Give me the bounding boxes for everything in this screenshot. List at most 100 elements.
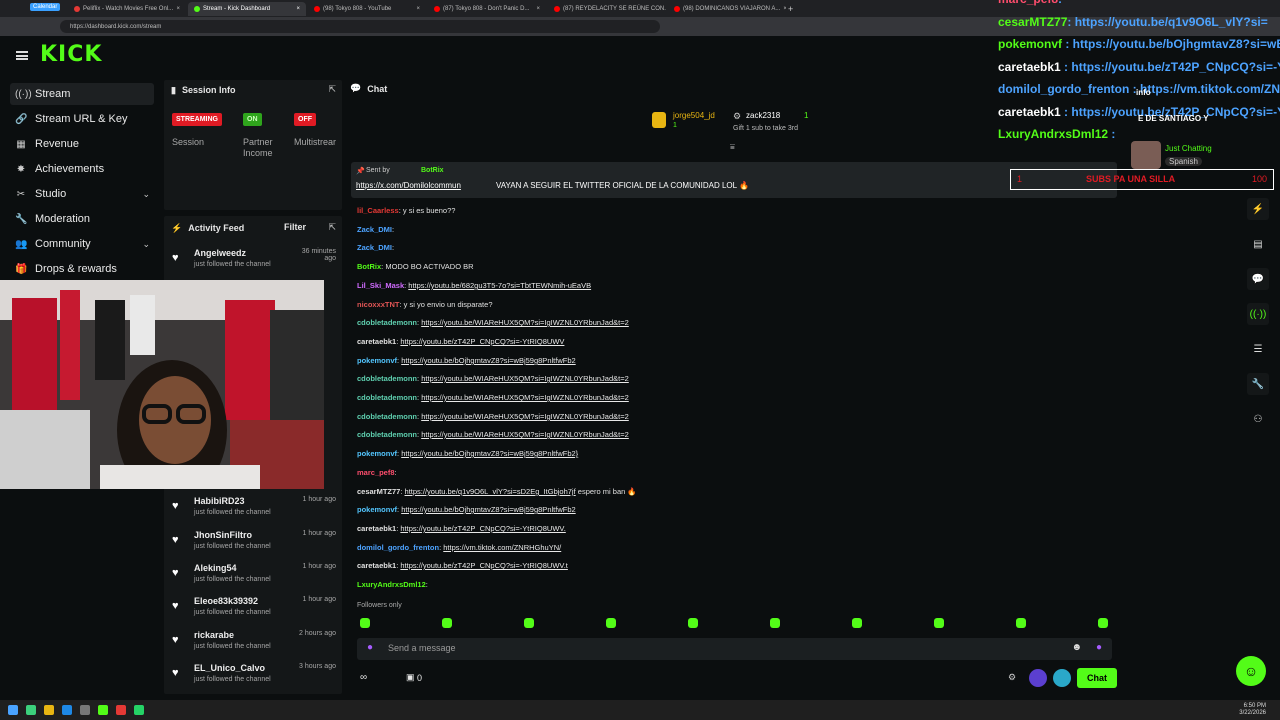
chat-link[interactable]: https://youtu.be/WIAReHUX5QM?si=IgIWZNL0… <box>421 318 629 327</box>
chat-username[interactable]: BotRix <box>357 262 381 271</box>
sidebar-item-community[interactable]: 👥 Community ⌄ <box>10 233 154 255</box>
whatsapp-icon[interactable] <box>134 705 144 715</box>
chat-username[interactable]: cdobletademonn <box>357 318 417 327</box>
sidebar-item-stream[interactable]: ((·)) Stream <box>10 83 154 105</box>
follower-name[interactable]: rickarabe <box>194 630 234 640</box>
emote-icon[interactable] <box>524 618 534 628</box>
popout-icon[interactable]: ⇱ <box>328 222 336 233</box>
emote-icon[interactable] <box>688 618 698 628</box>
broadcast-icon[interactable]: ((·)) <box>1247 303 1269 325</box>
message-input[interactable]: ● Send a message ☻ ● <box>357 638 1112 660</box>
list-icon[interactable]: ☰ <box>1247 338 1269 360</box>
calendar-tab-badge[interactable]: Calendar <box>30 3 61 11</box>
filter-button[interactable]: Filter <box>284 222 306 232</box>
browser-tab[interactable]: (87) Tokyo 808 - Don't Panic D... × <box>428 2 546 16</box>
microphone-icon[interactable]: ● <box>367 642 373 653</box>
tab-close-icon[interactable]: × <box>296 6 300 12</box>
chat-link[interactable]: https://youtu.be/WIAReHUX5QM?si=IgIWZNL0… <box>421 374 629 383</box>
tab-close-icon[interactable]: × <box>783 6 786 12</box>
chat-username[interactable]: nicoxxxTNT <box>357 300 400 309</box>
taskbar-app-icon[interactable] <box>26 705 36 715</box>
folder-icon[interactable] <box>44 705 54 715</box>
browser-tab[interactable]: Stream - Kick Dashboard × <box>188 1 306 16</box>
emote-icon[interactable] <box>442 618 452 628</box>
sidebar-item-achievements[interactable]: ✸ Achievements <box>10 158 154 180</box>
browser-tab[interactable]: (98) DOMINICANOS VIAJARON A... × <box>668 2 786 16</box>
wrench-icon[interactable]: 🔧 <box>1247 373 1269 395</box>
emote-provider-icon[interactable] <box>1053 669 1071 687</box>
help-chat-icon[interactable]: ☺ <box>1236 656 1266 686</box>
follower-name[interactable]: HabibiRD23 <box>194 496 245 506</box>
chat-username[interactable]: Lil_Ski_Mask <box>357 281 404 290</box>
7tv-icon[interactable] <box>1029 669 1047 687</box>
partner-income-on-toggle[interactable]: ON <box>243 113 262 126</box>
chat-username[interactable]: pokemonvf <box>357 356 397 365</box>
chat-username[interactable]: cdobletademonn <box>357 374 417 383</box>
chat-username[interactable]: pokemonvf <box>357 449 397 458</box>
chat-username[interactable]: pokemonvf <box>357 505 397 514</box>
pinned-sender[interactable]: BotRix <box>421 167 444 174</box>
kick-taskbar-icon[interactable] <box>98 705 108 715</box>
browser-tab[interactable]: Peliflix - Watch Movies Free Onl... × <box>68 2 186 16</box>
chat-username[interactable]: Zack_DMI <box>357 225 392 234</box>
kick-logo[interactable]: KICK <box>40 42 102 67</box>
users-icon[interactable]: ⚇ <box>1247 408 1269 430</box>
sidebar-item-studio[interactable]: ✂ Studio ⌄ <box>10 183 154 205</box>
new-tab-icon[interactable]: + <box>788 4 793 14</box>
emote-icon[interactable] <box>1098 618 1108 628</box>
points-icon[interactable]: ∞ <box>360 672 367 683</box>
chrome-icon[interactable] <box>62 705 72 715</box>
chat-link[interactable]: https://youtu.be/zT42P_CNpCQ?si=-YtRIQ8U… <box>400 337 564 346</box>
hamburger-menu-icon[interactable] <box>16 51 28 60</box>
browser-tab[interactable]: (98) Tokyo 808 - YouTube × <box>308 2 426 16</box>
chat-username[interactable]: marc_pef8 <box>357 468 395 477</box>
collapse-leaderboard-icon[interactable]: ⩸ <box>730 142 735 152</box>
chat-link[interactable]: https://youtu.be/zT42P_CNpCQ?si=-YtRIQ8U… <box>400 524 565 533</box>
send-chat-button[interactable]: Chat <box>1077 668 1117 688</box>
leader2-name[interactable]: zack2318 <box>746 111 780 120</box>
sidebar-item-drops-rewards[interactable]: 🎁 Drops & rewards <box>10 258 154 280</box>
browser-tab[interactable]: (87) REYDELACITY SE REÚNE CON...× <box>548 2 666 16</box>
sidebar-item-stream-url-key[interactable]: 🔗 Stream URL & Key <box>10 108 154 130</box>
emote-icon[interactable] <box>852 618 862 628</box>
bolt-icon[interactable]: ⚡ <box>1247 198 1269 220</box>
taskbar-app-icon[interactable] <box>80 705 90 715</box>
emote-icon[interactable] <box>606 618 616 628</box>
tab-close-icon[interactable]: × <box>176 6 180 12</box>
tab-close-icon[interactable]: × <box>536 6 540 12</box>
url-field[interactable]: https://dashboard.kick.com/stream <box>60 20 660 33</box>
follower-name[interactable]: Aleking54 <box>194 563 237 573</box>
chat-username[interactable]: cesarMTZ77 <box>357 487 400 496</box>
chat-link[interactable]: https://youtu.be/WIAReHUX5QM?si=IgIWZNL0… <box>421 430 629 439</box>
chat-username[interactable]: Zack_DMI <box>357 243 392 252</box>
emote-icon[interactable] <box>934 618 944 628</box>
taskbar-app-icon[interactable] <box>116 705 126 715</box>
emote-icon[interactable] <box>770 618 780 628</box>
chat-username[interactable]: cdobletademonn <box>357 430 417 439</box>
sidebar-item-revenue[interactable]: ▦ Revenue <box>10 133 154 155</box>
chat-username[interactable]: caretaebk1 <box>357 337 396 346</box>
windows-start-icon[interactable] <box>8 705 18 715</box>
chat-username[interactable]: cdobletademonn <box>357 412 417 421</box>
chat-username[interactable]: caretaebk1 <box>357 561 396 570</box>
follower-name[interactable]: Eleoe83k39392 <box>194 596 258 606</box>
follower-name[interactable]: EL_Unico_Calvo <box>194 663 265 673</box>
chat-link[interactable]: https://youtu.be/zT42P_CNpCQ?si=-YtRIQ8U… <box>400 561 568 570</box>
chat-link[interactable]: https://youtu.be/WIAReHUX5QM?si=IgIWZNL0… <box>421 412 629 421</box>
sidebar-item-moderation[interactable]: 🔧 Moderation <box>10 208 154 230</box>
chat-link[interactable]: https://youtu.be/bOjhgmtavZ8?si=wBj59g8P… <box>401 505 575 514</box>
chat-username[interactable]: caretaebk1 <box>357 524 396 533</box>
chevron-down-icon[interactable]: ⌄ <box>142 239 150 250</box>
chat-username[interactable]: cdobletademonn <box>357 393 417 402</box>
emote-icon[interactable] <box>1016 618 1026 628</box>
chat-icon[interactable]: 💬 <box>1247 268 1269 290</box>
emote-icon[interactable] <box>360 618 370 628</box>
chat-username[interactable]: domilol_gordo_frenton <box>357 543 439 552</box>
chat-settings-icon[interactable]: ⚙ <box>1008 672 1016 683</box>
chat-username[interactable]: LxuryAndrxsDml12 <box>357 580 426 589</box>
chevron-down-icon[interactable]: ⌄ <box>142 189 150 200</box>
emoji-icon[interactable]: ☻ <box>1071 642 1082 653</box>
chat-link[interactable]: https://youtu.be/WIAReHUX5QM?si=IgIWZNL0… <box>421 393 629 402</box>
chat-link[interactable]: https://youtu.be/682gu3T5-7o?si=TbtTEWNm… <box>408 281 591 290</box>
chat-link[interactable]: https://vm.tiktok.com/ZNRHGhuYN/ <box>443 543 561 552</box>
